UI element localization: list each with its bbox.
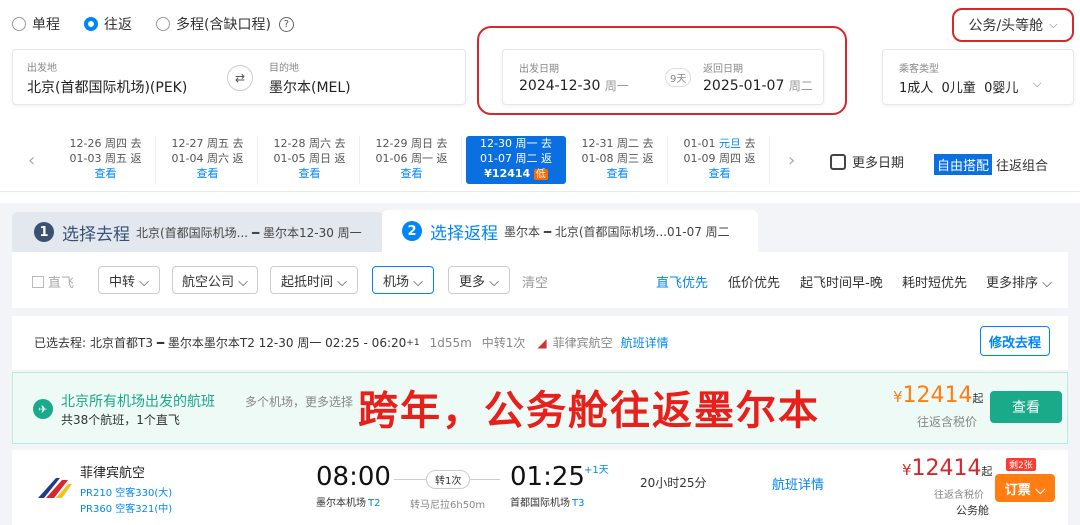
chevron-down-icon: ⌵ [1033,77,1042,90]
date-item-selected[interactable]: 12-30 周一 去 01-07 周二 返 ¥12414 低 [466,136,566,184]
highlight-oval [477,26,847,115]
modify-outbound-button[interactable]: 修改去程 [980,326,1050,356]
airline-name: 菲律宾航空 [80,466,146,481]
airport-filter[interactable]: 机场 ⌵ [372,266,434,294]
selected-outbound: 已选去程: 北京首都T3 ━ 墨尔本墨尔本T2 12-30 周一 02:25 -… [12,316,1068,370]
city-box: 出发地 北京(首都国际机场)(PEK) ⇄ 目的地 墨尔本(MEL) [12,49,466,105]
date-item[interactable]: 12-26 周四 去 01-03 周五 返查看 [56,136,156,184]
overlay-caption: 跨年，公务舱往返墨尔本 [358,388,820,434]
book-button[interactable]: 订票 ⌵ [995,474,1055,502]
date-item[interactable]: 12-31 周二 去 01-08 周三 返查看 [568,136,668,184]
view-button[interactable]: 查看 [990,391,1062,423]
trip-type-group: 单程 往返 多程(含缺口程) ? [12,14,294,34]
more-dates-button[interactable]: 更多日期 [830,152,904,171]
sort-direct[interactable]: 直飞优先 [656,272,708,291]
transfer-filter[interactable]: 中转 ⌵ [98,266,160,294]
to-label: 目的地 [269,63,299,74]
tab-outbound[interactable]: 1 选择去程 北京(首都国际机场... ━ 墨尔本12-30 周一 [12,212,384,252]
sort-more[interactable]: 更多排序 ⌵ [986,272,1052,291]
from-input[interactable]: 北京(首都国际机场)(PEK) [27,77,187,97]
cabin-select[interactable]: 公务/头等舱 ⌵ [952,8,1074,42]
more-filter[interactable]: 更多 ⌵ [448,266,510,294]
seats-left-badge: 剩2张 [1006,458,1036,471]
radio-oneway[interactable]: 单程 [12,14,60,34]
arrival-time: 01:25 [510,462,585,492]
chevron-down-icon: ⌵ [1049,18,1058,31]
radio-multicity[interactable]: 多程(含缺口程) [156,14,271,34]
flight-row: 菲律宾航空 PR210 空客330(大) PR360 空客321(中) 08:0… [12,450,1068,525]
filter-bar: 直飞 中转 ⌵ 航空公司 ⌵ 起抵时间 ⌵ 机场 ⌵ 更多 ⌵ 清空 直飞优先 … [12,252,1068,308]
radio-roundtrip[interactable]: 往返 [84,14,132,34]
airline-logo-icon: ◢ [537,335,547,350]
airline-filter[interactable]: 航空公司 ⌵ [172,266,258,294]
flight-detail-link[interactable]: 航班详情 [772,474,824,493]
sort-price[interactable]: 低价优先 [728,272,780,291]
date-item[interactable]: 12-28 周六 去 01-05 周日 返查看 [260,136,360,184]
low-price-badge: 低 [533,169,548,180]
airline-logo-icon [38,478,72,498]
date-item[interactable]: 12-27 周五 去 01-04 周六 返查看 [158,136,258,184]
plane-icon: ✈ [33,399,53,419]
flight-detail-link[interactable]: 航班详情 [621,334,669,351]
tab-return[interactable]: 2 选择返程 墨尔本 ━ 北京(首都国际机场...01-07 周二 [382,210,758,252]
date-bar: ‹ 12-26 周四 去 01-03 周五 返查看 12-27 周五 去 01-04… [0,126,1080,192]
departure-time: 08:00 [316,462,391,492]
flight-duration: 20小时25分 [640,476,707,490]
clear-filters-link[interactable]: 清空 [522,272,548,291]
stops-badge: 转1次 [426,470,471,489]
time-filter[interactable]: 起抵时间 ⌵ [270,266,358,294]
date-item[interactable]: 12-29 周日 去 01-06 周一 返查看 [362,136,462,184]
direct-checkbox[interactable]: 直飞 [32,272,74,291]
swap-icon[interactable]: ⇄ [227,65,253,91]
free-combo-button[interactable]: 自由搭配 往返组合 [934,154,1048,175]
passenger-box[interactable]: 乘客类型 1成人 0儿童 0婴儿 ⌵ [882,49,1074,105]
prev-arrow-icon[interactable]: ‹ [28,150,35,171]
sort-duration[interactable]: 耗时短优先 [902,272,967,291]
calendar-icon [830,153,846,170]
next-arrow-icon[interactable]: › [788,150,795,171]
from-label: 出发地 [27,63,57,74]
radio-dot [12,17,26,31]
sort-time[interactable]: 起飞时间早-晚 [800,272,883,291]
radio-dot [156,17,170,31]
to-input[interactable]: 墨尔本(MEL) [269,77,351,97]
help-icon[interactable]: ? [278,16,294,32]
radio-dot-selected [84,17,98,31]
date-item[interactable]: 01-01 元旦 去 01-09 周四 返查看 [670,136,770,184]
